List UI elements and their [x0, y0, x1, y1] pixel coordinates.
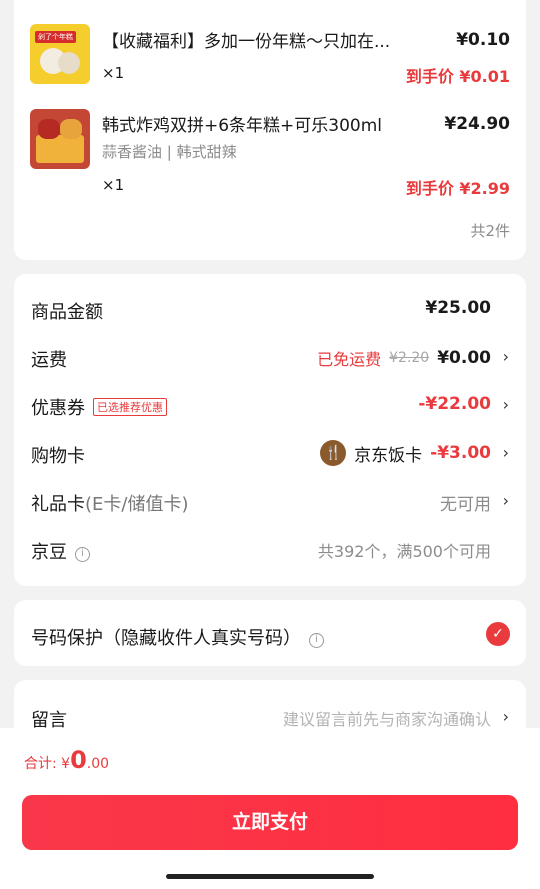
shipping-row[interactable]: 运费 已免运费 ¥2.20 ¥0.00 › [31, 346, 509, 371]
info-icon[interactable]: i [75, 547, 90, 562]
product-quantity: ×1 [102, 64, 125, 82]
coupon-recommended-tag: 已选推荐优惠 [93, 398, 167, 416]
item-count: 共2件 [470, 222, 510, 240]
chevron-right-icon: › [502, 443, 509, 462]
message-placeholder: 建议留言前先与商家沟通确认 [282, 710, 491, 729]
shipping-original-price: ¥2.20 [389, 350, 430, 366]
check-circle-icon[interactable]: ✓ [486, 622, 510, 646]
number-protection-label: 号码保护（隐藏收件人真实号码） [31, 628, 301, 649]
number-protection-card[interactable]: 号码保护（隐藏收件人真实号码） i ✓ [14, 600, 526, 666]
total-integer: 0 [70, 746, 87, 774]
shopping-card-label: 购物卡 [31, 446, 85, 467]
gift-card-sublabel: (E卡/储值卡) [85, 494, 189, 515]
product-price: ¥24.90 [444, 114, 510, 134]
product-title: 韩式炸鸡双拼+6条年糕+可乐300ml [102, 116, 383, 136]
fork-spoon-icon: 🍴 [320, 440, 347, 466]
shipping-value: ¥0.00 [437, 348, 491, 368]
home-indicator[interactable] [166, 874, 374, 879]
coupon-value: -¥22.00 [418, 394, 491, 414]
product-quantity: ×1 [102, 176, 125, 194]
chevron-right-icon: › [502, 347, 509, 366]
shopping-card-value: -¥3.00 [430, 443, 491, 463]
product-price: ¥0.10 [456, 30, 510, 50]
product-list-card: 剁了个年糕 【收藏福利】多加一份年糕～只加在... ¥0.10 ×1 到手价 ¥… [14, 0, 526, 260]
total-currency: ¥ [61, 756, 71, 772]
shipping-free-note: 已免运费 [317, 350, 382, 369]
number-protection-row[interactable]: 号码保护（隐藏收件人真实号码） i [31, 624, 509, 649]
coupon-row[interactable]: 优惠券 已选推荐优惠 -¥22.00 › [31, 394, 509, 419]
info-icon[interactable]: i [309, 633, 324, 648]
coupon-label: 优惠券 [31, 398, 85, 419]
product-thumbnail[interactable]: 剁了个年糕 [30, 24, 90, 84]
shipping-label: 运费 [31, 350, 67, 371]
product-title: 【收藏福利】多加一份年糕～只加在... [102, 32, 391, 52]
chevron-right-icon: › [502, 707, 509, 726]
jingdou-value: 共392个，满500个可用 [317, 542, 491, 561]
shopping-card-name: 京东饭卡 [354, 445, 423, 466]
gift-card-label: 礼品卡 [31, 494, 85, 515]
jingdou-row: 京豆 i 共392个，满500个可用 [31, 538, 509, 563]
product-spec: 蒜香酱油 | 韩式甜辣 [102, 143, 237, 161]
goods-amount-value: ¥25.00 [425, 298, 491, 318]
message-row[interactable]: 留言 建议留言前先与商家沟通确认 › [31, 706, 509, 731]
product-final-price: 到手价 ¥2.99 [405, 179, 510, 198]
total-amount: 合计: ¥0.00 [24, 746, 109, 774]
shopping-card-row[interactable]: 购物卡 🍴 京东饭卡 -¥3.00 › [31, 440, 509, 467]
gift-card-row[interactable]: 礼品卡(E卡/储值卡) 无可用 › [31, 490, 509, 515]
pay-now-button[interactable]: 立即支付 [22, 795, 518, 850]
product-final-price: 到手价 ¥0.01 [405, 67, 510, 86]
gift-card-value: 无可用 [440, 495, 491, 515]
checkout-bar: 合计: ¥0.00 立即支付 [0, 728, 540, 889]
product-thumbnail[interactable] [30, 109, 90, 169]
chevron-right-icon: › [502, 491, 509, 510]
goods-amount-label: 商品金额 [31, 302, 103, 323]
total-decimal: .00 [86, 756, 110, 772]
fee-summary-card: 商品金额 ¥25.00 运费 已免运费 ¥2.20 ¥0.00 › 优惠券 已选推… [14, 274, 526, 586]
total-label: 合计: [24, 756, 62, 772]
jingdou-label: 京豆 [31, 542, 67, 563]
chevron-right-icon: › [502, 395, 509, 414]
thumb-badge: 剁了个年糕 [35, 31, 76, 43]
goods-amount-row: 商品金额 ¥25.00 [31, 298, 509, 323]
